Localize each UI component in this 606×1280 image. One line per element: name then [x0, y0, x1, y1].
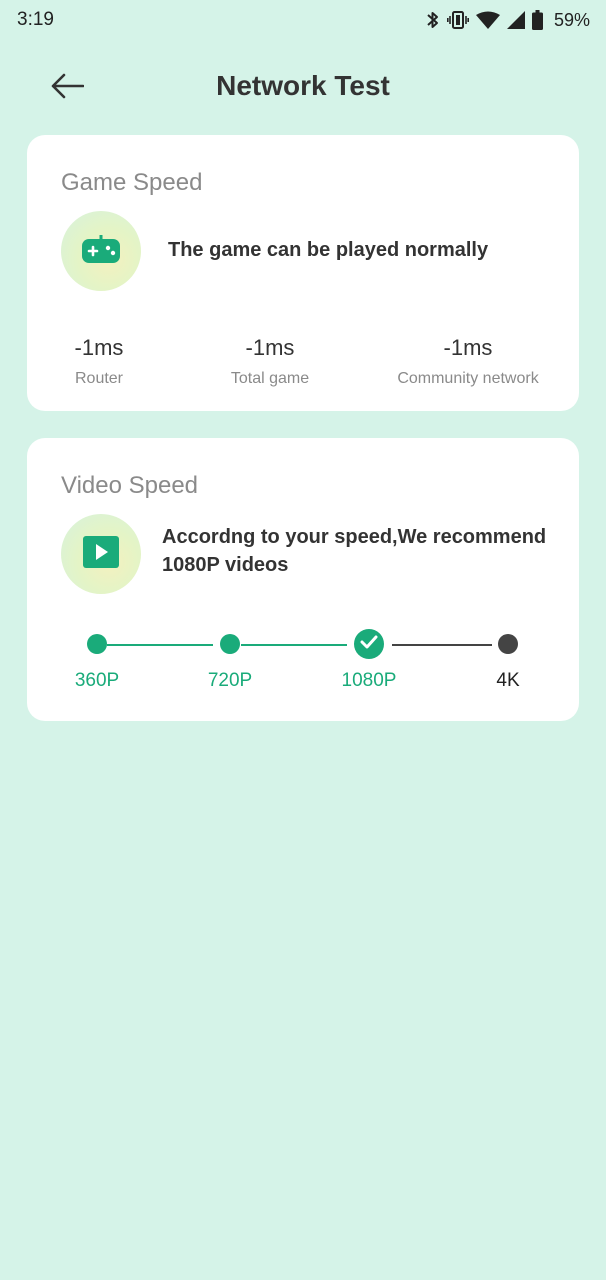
metric-total-game: -1ms Total game [210, 335, 330, 389]
resolution-dot-720p[interactable] [220, 634, 240, 654]
battery-icon [531, 10, 543, 30]
track-segment [107, 644, 213, 646]
resolution-dot-360p[interactable] [87, 634, 107, 654]
header: Network Test [0, 60, 606, 116]
resolution-label-4k[interactable]: 4K [468, 670, 548, 692]
bluetooth-icon [426, 10, 440, 30]
video-speed-card: Video Speed Accordng to your speed,We re… [27, 438, 579, 721]
wifi-icon [475, 11, 500, 29]
gamepad-icon [81, 233, 121, 270]
video-speed-title: Video Speed [61, 472, 199, 499]
resolution-track: 360P 720P 1080P 4K [27, 628, 579, 698]
metric-label: Community network [397, 370, 539, 387]
metric-label: Router [74, 370, 124, 387]
game-speed-title: Game Speed [61, 169, 203, 196]
metric-community-network: -1ms Community network [385, 335, 551, 389]
cell-signal-icon [506, 11, 525, 29]
status-bar: 3:19 59% [0, 0, 606, 40]
video-icon-badge [61, 514, 141, 594]
metric-router: -1ms Router [49, 335, 149, 389]
resolution-label-720p[interactable]: 720P [190, 670, 270, 692]
vibrate-icon [446, 10, 469, 30]
play-icon [83, 535, 119, 573]
metric-value: -1ms [443, 335, 493, 360]
track-segment [392, 644, 492, 646]
game-speed-card: Game Speed The game can be played normal… [27, 135, 579, 411]
resolution-dot-4k[interactable] [498, 634, 518, 654]
metric-value: -1ms [74, 335, 124, 360]
status-time: 3:19 [17, 9, 54, 30]
status-icons: 59% [426, 8, 590, 32]
game-status-text: The game can be played normally [168, 239, 489, 261]
resolution-dot-1080p[interactable] [354, 629, 384, 659]
game-icon-badge [61, 211, 141, 291]
resolution-label-1080p[interactable]: 1080P [329, 670, 409, 692]
metric-label: Total game [230, 370, 310, 387]
video-recommendation-text: Accordng to your speed,We recommend 1080… [162, 526, 547, 576]
resolution-label-360p[interactable]: 360P [57, 670, 137, 692]
battery-percentage: 59% [553, 9, 590, 30]
page-title: Network Test [216, 70, 390, 101]
metric-value: -1ms [245, 335, 295, 360]
track-segment [241, 644, 347, 646]
check-icon [360, 635, 378, 654]
